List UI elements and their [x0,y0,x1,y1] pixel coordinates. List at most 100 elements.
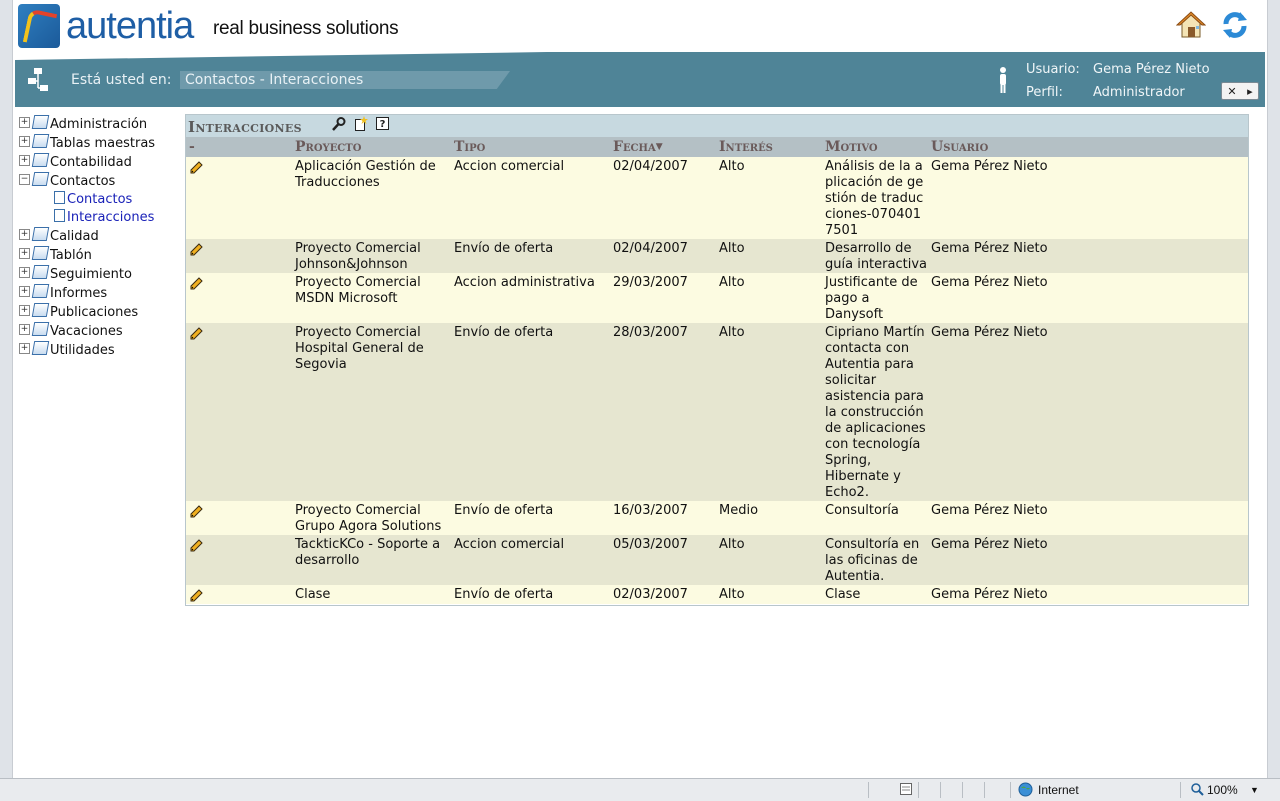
home-icon[interactable] [1175,10,1207,40]
sort-descending-icon: ▼ [655,142,663,152]
sidebar-item-administracion[interactable]: + Administración [19,114,155,134]
close-icon: ✕ [1227,84,1237,98]
sidebar-item-label[interactable]: Publicaciones [50,305,138,320]
sidebar-item-label[interactable]: Informes [50,286,107,301]
sidebar-item-tablon[interactable]: + Tablón [19,245,155,265]
table-row[interactable]: Proyecto Comercial MSDN Microsoft Accion… [186,273,1248,323]
sidebar-item-publicaciones[interactable]: + Publicaciones [19,302,155,322]
sidebar-subitem-label[interactable]: Interacciones [67,210,154,225]
cell-interes: Alto [719,275,745,290]
document-icon [54,191,65,204]
cell-proyecto: Aplicación Gestión de Traducciones [295,159,436,190]
table-row[interactable]: TackticKCo - Soporte a desarrollo Accion… [186,535,1248,585]
expand-icon[interactable]: + [19,324,30,335]
column-header-proyecto[interactable]: Proyecto [295,139,361,155]
folder-icon [31,340,50,355]
cell-motivo: Cipriano Martín contacta con Autentia pa… [825,325,926,500]
folder-icon [31,226,50,241]
edit-pencil-icon[interactable] [190,505,203,518]
cell-fecha: 29/03/2007 [613,275,688,290]
sidebar-item-label[interactable]: Calidad [50,229,99,244]
column-header-fecha[interactable]: Fecha▼ [613,139,663,155]
collapse-icon[interactable]: − [19,174,30,185]
edit-pencil-icon[interactable] [190,277,203,290]
cell-fecha: 02/03/2007 [613,587,688,602]
zoom-dropdown-icon[interactable]: ▼ [1250,785,1259,795]
sidebar-subitem-label[interactable]: Contactos [67,192,132,207]
sidebar-subitem-contactos[interactable]: Contactos [19,191,155,209]
page-icon [899,782,913,799]
folder-icon [31,245,50,260]
expand-icon[interactable]: + [19,286,30,297]
cell-fecha: 28/03/2007 [613,325,688,340]
sidebar-item-label[interactable]: Utilidades [50,343,115,358]
edit-pencil-icon[interactable] [190,589,203,602]
sidebar-subitem-interacciones[interactable]: Interacciones [19,209,155,227]
sidebar-item-label[interactable]: Vacaciones [50,324,123,339]
expand-icon[interactable]: + [19,155,30,166]
sidebar-item-vacaciones[interactable]: + Vacaciones [19,321,155,341]
sidebar-item-contactos[interactable]: − Contactos [19,171,155,191]
status-separator [984,782,985,798]
status-separator [918,782,919,798]
expand-icon[interactable]: + [19,343,30,354]
table-row[interactable]: Clase Envío de oferta 02/03/2007 Alto Cl… [186,585,1248,604]
sidebar-item-label[interactable]: Seguimiento [50,267,132,282]
sidebar-item-calidad[interactable]: + Calidad [19,226,155,246]
sitemap-icon[interactable] [27,67,51,93]
table-row[interactable]: Aplicación Gestión de Traducciones Accio… [186,157,1248,239]
edit-pencil-icon[interactable] [190,539,203,552]
cell-usuario: Gema Pérez Nieto [931,275,1048,290]
column-header-usuario[interactable]: Usuario [931,139,988,155]
table-row[interactable]: Proyecto Comercial Hospital General de S… [186,323,1248,501]
sidebar-item-label[interactable]: Tablas maestras [50,136,155,151]
logo-mark-icon [18,4,60,48]
status-separator [868,782,869,798]
cell-usuario: Gema Pérez Nieto [931,587,1048,602]
cell-interes: Alto [719,159,745,174]
cell-motivo: Justificante de pago a Danysoft [825,275,918,322]
status-separator [940,782,941,798]
sidebar-item-label[interactable]: Tablón [50,248,92,263]
expand-icon[interactable]: + [19,117,30,128]
cell-tipo: Accion comercial [454,159,565,174]
column-header-interes[interactable]: Interés [719,139,773,155]
refresh-icon[interactable] [1220,10,1250,40]
edit-pencil-icon[interactable] [190,243,203,256]
edit-pencil-icon[interactable] [190,327,203,340]
cell-fecha: 16/03/2007 [613,503,688,518]
sidebar-item-tablas-maestras[interactable]: + Tablas maestras [19,133,155,153]
sidebar-item-informes[interactable]: + Informes [19,283,155,303]
zoom-level[interactable]: 100% [1207,783,1238,797]
expand-icon[interactable]: + [19,248,30,259]
table-header: - Proyecto Tipo Fecha▼ Interés Motivo Us… [186,137,1248,157]
sidebar-item-label[interactable]: Administración [50,117,147,132]
cell-tipo: Envío de oferta [454,325,554,340]
logout-button[interactable]: ✕ ▸ [1221,82,1259,100]
sidebar-item-label[interactable]: Contactos [50,174,115,189]
help-icon[interactable]: ? [375,116,391,132]
expand-icon[interactable]: + [19,305,30,316]
sidebar-item-label[interactable]: Contabilidad [50,155,132,170]
column-header-motivo[interactable]: Motivo [825,139,878,155]
expand-icon[interactable]: + [19,136,30,147]
table-row[interactable]: Proyecto Comercial Grupo Agora Solutions… [186,501,1248,535]
folder-icon [31,264,50,279]
cell-proyecto: Proyecto Comercial Grupo Agora Solutions [295,503,442,534]
interactions-panel: Interacciones ? - Proyecto Tipo Fecha▼ I… [185,114,1249,606]
autentia-logo[interactable]: autentia [18,4,194,48]
column-header-tipo[interactable]: Tipo [454,139,485,155]
sidebar-item-contabilidad[interactable]: + Contabilidad [19,152,155,172]
new-document-icon[interactable] [353,116,369,132]
cell-tipo: Envío de oferta [454,241,554,256]
zoom-icon[interactable] [1190,782,1204,799]
search-icon[interactable] [331,116,347,132]
sidebar-item-utilidades[interactable]: + Utilidades [19,340,155,360]
edit-pencil-icon[interactable] [190,161,203,174]
table-row[interactable]: Proyecto Comercial Johnson&Johnson Envío… [186,239,1248,273]
expand-icon[interactable]: + [19,229,30,240]
cell-interes: Alto [719,537,745,552]
cell-tipo: Accion administrativa [454,275,595,290]
expand-icon[interactable]: + [19,267,30,278]
sidebar-item-seguimiento[interactable]: + Seguimiento [19,264,155,284]
